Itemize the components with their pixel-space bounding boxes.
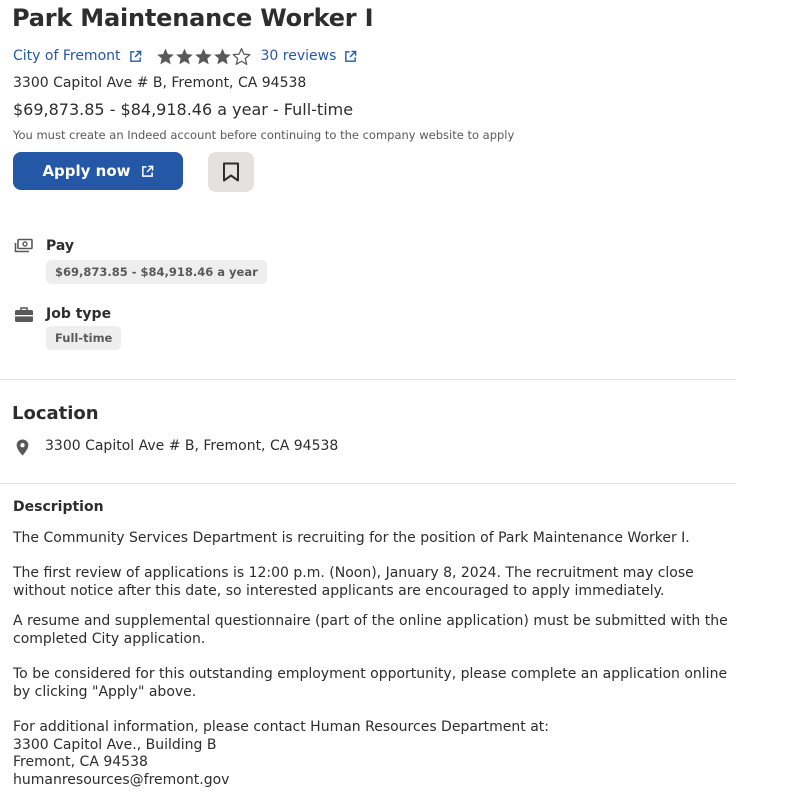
reviews-link[interactable]: 30 reviews (261, 48, 337, 64)
job-address: 3300 Capitol Ave # B, Fremont, CA 94538 (13, 75, 307, 91)
section-divider (0, 483, 736, 484)
bookmark-icon (223, 162, 239, 182)
pay-pill: $69,873.85 - $84,918.46 a year (46, 260, 267, 284)
location-heading: Location (12, 403, 99, 424)
contact-intro: For additional information, please conta… (13, 719, 550, 735)
job-type-pill: Full-time (46, 326, 122, 350)
star-icon (194, 48, 212, 64)
section-divider (0, 379, 736, 380)
description-paragraph: The Community Services Department is rec… (13, 530, 690, 546)
company-row: City of Fremont 30 reviews (13, 46, 357, 66)
star-icon (213, 48, 231, 64)
apply-now-button[interactable]: Apply now (13, 152, 183, 190)
description-paragraph: A resume and supplemental questionnaire … (13, 613, 728, 647)
location-address: 3300 Capitol Ave # B, Fremont, CA 94538 (45, 438, 339, 454)
contact-city: Fremont, CA 94538 (13, 754, 148, 770)
description-paragraph: To be considered for this outstanding em… (13, 666, 728, 700)
star-icon (175, 48, 193, 64)
star-icon (156, 48, 174, 64)
pay-label: Pay (46, 238, 75, 254)
job-title: Park Maintenance Worker I (12, 4, 374, 32)
external-link-icon (141, 165, 153, 177)
description-paragraph: The first review of applications is 12:0… (13, 565, 694, 599)
description-heading: Description (13, 499, 104, 515)
briefcase-icon (15, 307, 33, 322)
map-pin-icon (16, 439, 29, 456)
external-link-icon (345, 50, 357, 62)
contact-street: 3300 Capitol Ave., Building B (13, 737, 217, 753)
company-name: City of Fremont (13, 48, 121, 64)
reviews-label: 30 reviews (260, 48, 337, 64)
contact-email: humanresources@fremont.gov (13, 772, 230, 788)
account-notice: You must create an Indeed account before… (13, 128, 515, 142)
star-half-icon (232, 47, 250, 65)
company-link[interactable]: City of Fremont (13, 48, 121, 64)
money-icon (14, 238, 33, 253)
save-job-button[interactable] (208, 152, 254, 192)
external-link-icon (129, 50, 141, 62)
salary-jobtype-line: $69,873.85 - $84,918.46 a year - Full-ti… (13, 100, 354, 119)
job-type-label: Job type (46, 306, 112, 322)
apply-now-label: Apply now (42, 162, 131, 180)
job-details-page: Park Maintenance Worker I City of Fremon… (0, 0, 800, 800)
rating-stars (156, 47, 251, 66)
